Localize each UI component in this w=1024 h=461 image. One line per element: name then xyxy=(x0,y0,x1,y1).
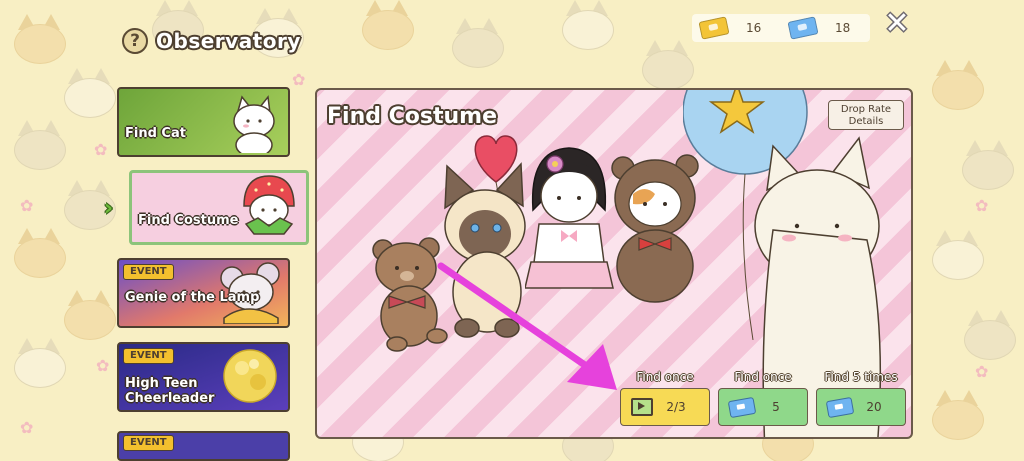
gold-ticket-count: 16 xyxy=(746,21,762,35)
page-title: Observatory xyxy=(156,29,301,53)
sidebar-item-find-costume[interactable]: Find Costume xyxy=(129,170,309,245)
ad-uses-remaining: 2/3 xyxy=(666,400,686,414)
sidebar-item-label: Find Cat xyxy=(125,126,186,141)
blue-ticket-icon xyxy=(825,396,855,418)
blue-ticket-counter: 18 xyxy=(781,16,870,40)
action-label: Find 5 times xyxy=(824,370,898,384)
sidebar-item-label: Genie of the Lamp xyxy=(125,290,260,305)
ticket-cost: 20 xyxy=(866,400,882,414)
drop-rate-details-button[interactable]: Drop Rate Details xyxy=(828,100,904,130)
find-five-times-button[interactable]: 20 xyxy=(816,388,906,426)
close-button[interactable]: ✕ xyxy=(882,9,912,39)
selected-indicator-icon: › xyxy=(104,196,114,221)
strawberry-hood-cat-icon xyxy=(243,175,295,235)
sidebar-item-genie-of-the-lamp[interactable]: EVENT Genie of the Lamp xyxy=(117,258,290,328)
sidebar-item-high-teen-cheerleader[interactable]: EVENT High Teen Cheerleader xyxy=(117,342,290,412)
sidebar-item-next[interactable]: EVENT xyxy=(117,431,290,461)
blue-ticket-icon xyxy=(787,16,819,40)
find-once-ticket-button[interactable]: 5 xyxy=(718,388,808,426)
action-label: Find once xyxy=(734,370,792,384)
gold-ticket-counter: 16 xyxy=(692,16,781,40)
screen-header: ? Observatory xyxy=(122,28,301,54)
sidebar-item-find-cat[interactable]: Find Cat xyxy=(117,87,290,157)
event-badge: EVENT xyxy=(123,435,174,451)
currency-bar: 16 18 xyxy=(692,14,870,42)
action-label: Find once xyxy=(636,370,694,384)
tv-ad-icon xyxy=(631,398,653,416)
white-cat-icon xyxy=(233,95,275,153)
gold-ticket-icon xyxy=(698,16,730,40)
sidebar-item-label: Find Costume xyxy=(138,213,239,228)
help-icon[interactable]: ? xyxy=(122,28,148,54)
sidebar-item-label: High Teen Cheerleader xyxy=(125,376,215,406)
blue-ticket-count: 18 xyxy=(835,21,851,35)
event-badge: EVENT xyxy=(123,348,174,364)
ticket-cost: 5 xyxy=(772,400,780,414)
panel-title: Find Costume xyxy=(327,104,498,129)
event-badge: EVENT xyxy=(123,264,174,280)
find-costume-panel: Find Costume Drop Rate Details Find once… xyxy=(315,88,913,439)
find-once-ad-button[interactable]: 2/3 xyxy=(620,388,710,426)
annotation-arrow xyxy=(437,262,617,390)
blue-ticket-icon xyxy=(727,396,757,418)
